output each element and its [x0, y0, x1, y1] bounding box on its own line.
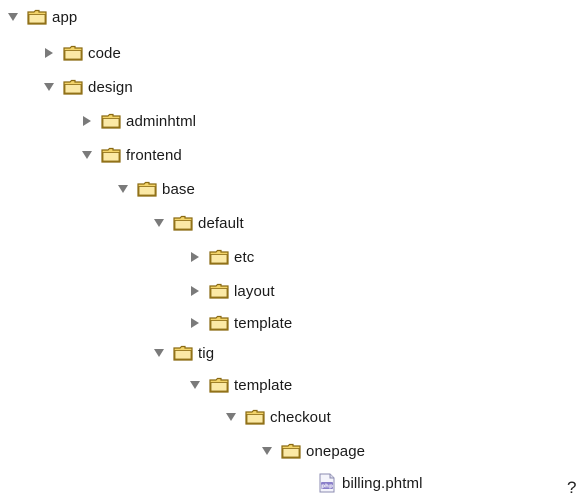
tree-item-label: template — [234, 314, 293, 332]
tree-item-onepage[interactable]: onepage — [260, 438, 365, 464]
triangle-down-icon[interactable] — [188, 378, 202, 392]
folder-icon — [209, 377, 229, 393]
triangle-down-icon[interactable] — [152, 346, 166, 360]
folder-icon — [245, 409, 265, 425]
triangle-right-icon[interactable] — [42, 46, 56, 60]
tree-item-label: frontend — [126, 146, 182, 164]
tree-item-checkout[interactable]: checkout — [224, 404, 331, 430]
tree-item-label: billing.phtml — [342, 474, 423, 492]
tree-item-etc[interactable]: etc — [188, 244, 254, 270]
triangle-right-icon[interactable] — [188, 284, 202, 298]
triangle-down-icon[interactable] — [152, 216, 166, 230]
tree-item-template-tig[interactable]: template — [188, 372, 292, 398]
folder-icon — [209, 249, 229, 265]
folder-icon — [137, 181, 157, 197]
tree-item-label: adminhtml — [126, 112, 197, 130]
tree-item-default[interactable]: default — [152, 210, 244, 236]
folder-icon — [173, 345, 193, 361]
folder-icon — [101, 113, 121, 129]
tree-item-tig[interactable]: tig — [152, 340, 214, 366]
tree-item-adminhtml[interactable]: adminhtml — [80, 108, 196, 134]
tree-item-layout[interactable]: layout — [188, 278, 275, 304]
triangle-right-icon[interactable] — [188, 250, 202, 264]
triangle-down-icon[interactable] — [116, 182, 130, 196]
triangle-down-icon[interactable] — [260, 444, 274, 458]
tree-item-label: tig — [198, 344, 215, 362]
tree-item-label: base — [162, 180, 195, 198]
triangle-down-icon[interactable] — [80, 148, 94, 162]
tree-item-app[interactable]: app — [6, 4, 77, 30]
folder-icon — [63, 79, 83, 95]
triangle-right-icon[interactable] — [80, 114, 94, 128]
folder-icon — [173, 215, 193, 231]
tree-item-base[interactable]: base — [116, 176, 195, 202]
tree-item-label: layout — [234, 282, 275, 300]
triangle-right-icon[interactable] — [188, 316, 202, 330]
triangle-down-icon[interactable] — [6, 10, 20, 24]
tree-item-label: checkout — [270, 408, 331, 426]
tree-item-design[interactable]: design — [42, 74, 133, 100]
tree-item-label: default — [198, 214, 244, 232]
tree-item-label: code — [88, 44, 121, 62]
project-tree: app code design adminhtml frontend base … — [0, 0, 585, 504]
svg-text:php: php — [321, 484, 333, 490]
tree-item-label: etc — [234, 248, 255, 266]
tree-item-label: app — [52, 8, 78, 26]
tree-item-label: template — [234, 376, 293, 394]
folder-icon — [101, 147, 121, 163]
triangle-down-icon[interactable] — [42, 80, 56, 94]
question-mark-text: ? — [567, 478, 577, 497]
tree-item-label: design — [88, 78, 133, 96]
tree-item-billing-phtml[interactable]: php billing.phtml — [318, 470, 423, 496]
folder-icon — [63, 45, 83, 61]
tree-item-frontend[interactable]: frontend — [80, 142, 182, 168]
folder-icon — [27, 9, 47, 25]
tree-item-code[interactable]: code — [42, 40, 121, 66]
php-file-icon: php — [318, 473, 336, 493]
tree-item-template-default[interactable]: template — [188, 310, 292, 336]
folder-icon — [209, 315, 229, 331]
tree-item-label: onepage — [306, 442, 366, 460]
triangle-down-icon[interactable] — [224, 410, 238, 424]
folder-icon — [281, 443, 301, 459]
folder-icon — [209, 283, 229, 299]
